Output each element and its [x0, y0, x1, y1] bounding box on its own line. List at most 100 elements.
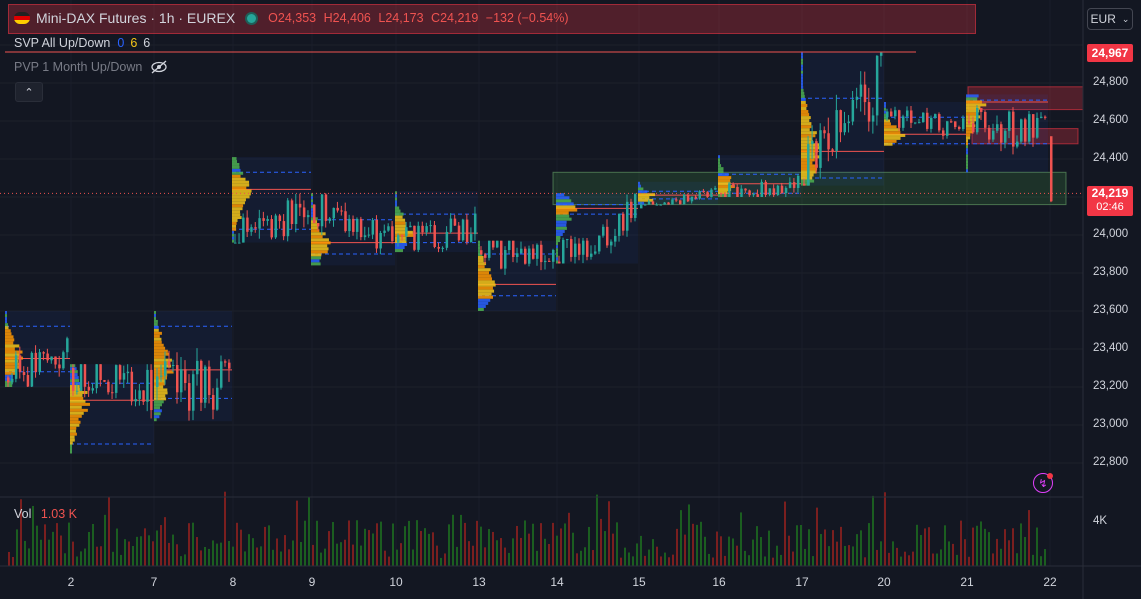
profile-bar	[478, 301, 489, 305]
candle-body	[340, 210, 343, 212]
candle-body	[397, 235, 400, 243]
candle-body	[843, 123, 846, 133]
volume-bar	[520, 537, 522, 566]
profile-bar	[70, 417, 79, 421]
candle-body	[768, 188, 772, 195]
price-tick: 24,600	[1093, 114, 1129, 126]
candle-body	[855, 96, 859, 100]
profile-bar	[966, 103, 987, 107]
profile-bar	[311, 235, 323, 239]
ohlc-open: O24,353	[268, 11, 317, 25]
volume-bar	[324, 548, 326, 566]
collapse-legend-button[interactable]: ⌃	[15, 82, 43, 102]
candle-body	[675, 199, 678, 201]
volume-bar	[1012, 528, 1014, 566]
volume-value: 1.03 K	[40, 507, 78, 521]
profile-bar	[395, 242, 408, 247]
symbol-legend[interactable]: Mini-DAX Futures · 1h · EUREX O24,353 H2…	[14, 10, 573, 26]
volume-bar	[640, 535, 642, 566]
volume-bar	[536, 550, 538, 566]
candle-body	[150, 369, 153, 411]
volume-bar	[460, 514, 462, 566]
volume-bar	[208, 548, 210, 566]
candle-body	[196, 360, 199, 375]
profile-bar	[395, 209, 401, 213]
profile-bar	[154, 325, 159, 329]
candle-body	[62, 352, 65, 369]
profile-bar	[638, 184, 641, 188]
candle-body	[918, 122, 921, 124]
volume-bar	[740, 512, 742, 566]
candle-body	[671, 199, 674, 205]
candle-body	[516, 253, 519, 257]
volume-legend[interactable]: Vol 1.03 K	[14, 507, 77, 521]
volume-bar	[880, 541, 882, 566]
candle-body	[776, 185, 780, 196]
time-tick: 17	[795, 575, 809, 589]
volume-bar	[564, 523, 566, 566]
volume-bar	[512, 538, 514, 566]
market-status-icon[interactable]	[245, 11, 259, 25]
profile-bar	[232, 192, 251, 196]
volume-bar	[16, 529, 18, 566]
profile-bar	[232, 227, 237, 231]
profile-bar	[556, 254, 558, 258]
volume-bar	[576, 553, 578, 566]
candle-body	[79, 364, 83, 391]
candle-body	[938, 114, 941, 131]
candle-body	[1004, 130, 1007, 143]
profile-bar	[884, 142, 893, 146]
profile-bar	[966, 151, 968, 155]
chart-canvas[interactable]	[0, 0, 1141, 599]
candle-body	[1028, 114, 1031, 142]
volume-bar	[280, 551, 282, 566]
symbol-title[interactable]: Mini-DAX Futures · 1h · EUREX	[36, 10, 235, 26]
volume-bar	[952, 543, 954, 566]
candle-body	[107, 381, 110, 393]
time-tick: 16	[712, 575, 726, 589]
candle-body	[570, 239, 573, 257]
profile-bar	[801, 113, 810, 117]
candle-body	[38, 352, 41, 373]
candle-body	[367, 234, 371, 236]
profile-bar	[154, 418, 157, 422]
candle-body	[728, 183, 731, 197]
bar-countdown: 02:46	[1096, 201, 1124, 213]
volume-bar	[384, 550, 386, 566]
volume-bar	[660, 556, 662, 566]
profile-bar	[154, 319, 158, 323]
indicator-pvp[interactable]: PVP 1 Month Up/Down	[14, 60, 168, 74]
profile-bar	[154, 316, 156, 320]
indicator-svp-name[interactable]: SVP All Up/Down	[14, 36, 110, 50]
candle-body	[831, 149, 834, 151]
volume-bar	[524, 520, 526, 566]
profile-bar	[5, 311, 7, 315]
candle-body	[606, 226, 609, 246]
profile-bar	[638, 181, 640, 185]
volume-bar	[316, 520, 318, 566]
germany-flag-icon	[14, 12, 30, 24]
candle-body	[473, 213, 477, 235]
currency-selector[interactable]: EUR ⌄	[1087, 8, 1133, 30]
profile-bar	[556, 239, 561, 243]
profile-bar	[884, 125, 897, 129]
volume-bar	[216, 543, 218, 566]
eye-hidden-icon[interactable]	[150, 60, 168, 74]
volume-bar	[176, 544, 178, 566]
volume-bar	[100, 546, 102, 566]
candle-body	[417, 225, 420, 250]
candle-body	[744, 188, 747, 191]
profile-bar	[718, 161, 720, 165]
volume-bar	[768, 530, 770, 566]
volume-bar	[928, 527, 930, 566]
candle-body	[224, 361, 227, 363]
volume-bar	[300, 541, 302, 566]
indicator-pvp-name[interactable]: PVP 1 Month Up/Down	[14, 60, 142, 74]
indicator-svp[interactable]: SVP All Up/Down 0 6 6	[14, 36, 150, 50]
profile-bar	[884, 107, 886, 111]
volume-bar	[96, 546, 98, 566]
volume-bar	[820, 534, 822, 566]
candle-body	[320, 194, 324, 227]
profile-bar	[966, 97, 978, 101]
volume-bar	[292, 540, 294, 566]
